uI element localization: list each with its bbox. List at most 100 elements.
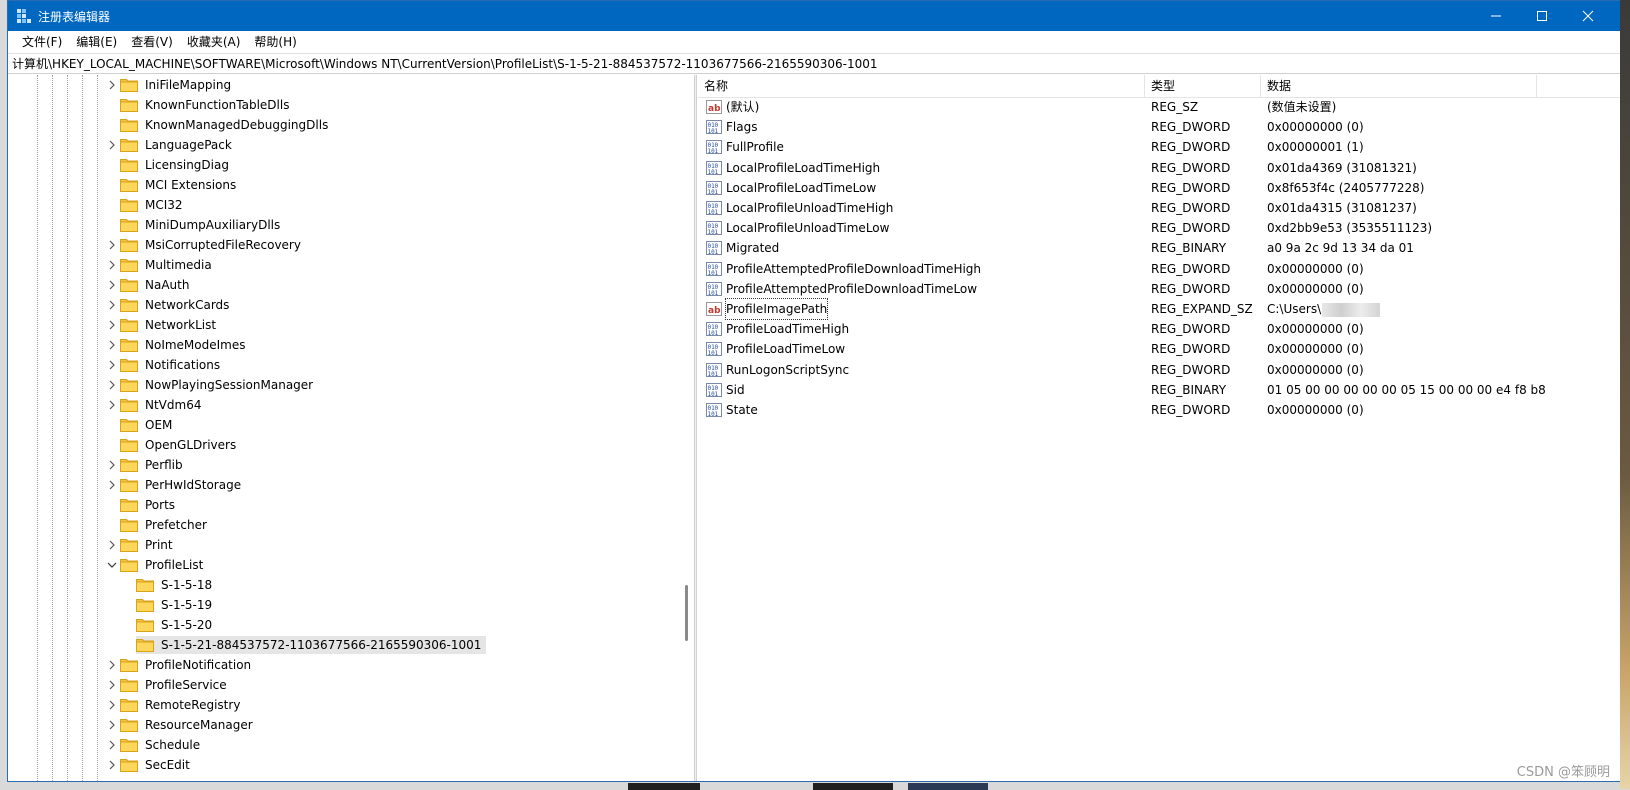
tree-item[interactable]: NetworkList bbox=[106, 315, 221, 335]
tree-item[interactable]: NoImeModeImes bbox=[106, 335, 251, 355]
value-row[interactable]: 01 10 0 1 Migrated REG_BINARY a0 9a 2c 9d 13 3… bbox=[698, 238, 1620, 258]
tree-item-content[interactable]: S-1-5-19 bbox=[136, 596, 217, 614]
tree-item-content[interactable]: OpenGLDrivers bbox=[120, 436, 241, 454]
tree-item[interactable]: S-1-5-18 bbox=[122, 575, 217, 595]
tree-item[interactable]: Prefetcher bbox=[106, 515, 212, 535]
tree-item[interactable]: LanguagePack bbox=[106, 135, 237, 155]
minimize-button[interactable] bbox=[1473, 1, 1519, 31]
tree-item[interactable]: RemoteRegistry bbox=[106, 695, 245, 715]
tree-item[interactable]: OpenGLDrivers bbox=[106, 435, 241, 455]
tree-item-content[interactable]: NoImeModeImes bbox=[120, 336, 251, 354]
chevron-right-icon[interactable] bbox=[106, 655, 118, 675]
tree-item[interactable]: MCI Extensions bbox=[106, 175, 241, 195]
chevron-right-icon[interactable] bbox=[106, 295, 118, 315]
tree-item-content[interactable]: NtVdm64 bbox=[120, 396, 206, 414]
tree-item-content[interactable]: ProfileList bbox=[120, 556, 208, 574]
tree-item-content[interactable]: Ports bbox=[120, 496, 180, 514]
tree-item-content[interactable]: MCI Extensions bbox=[120, 176, 241, 194]
chevron-right-icon[interactable] bbox=[106, 695, 118, 715]
tree-item-content[interactable]: Prefetcher bbox=[120, 516, 212, 534]
tree-item-content[interactable]: NetworkCards bbox=[120, 296, 234, 314]
tree-item-content[interactable]: MCI32 bbox=[120, 196, 188, 214]
tree-item-content[interactable]: Schedule bbox=[120, 736, 205, 754]
tree-item-content[interactable]: NetworkList bbox=[120, 316, 221, 334]
tree-item-content[interactable]: LanguagePack bbox=[120, 136, 237, 154]
value-row[interactable]: ab ProfileImagePath REG_EXPAND_SZ C:\Users\ bbox=[698, 298, 1620, 320]
menu-help[interactable]: 帮助(H) bbox=[247, 31, 303, 53]
menu-file[interactable]: 文件(F) bbox=[15, 31, 69, 53]
tree-item-content[interactable]: IniFileMapping bbox=[120, 76, 236, 94]
tree-item-content[interactable]: Perflib bbox=[120, 456, 188, 474]
menu-view[interactable]: 查看(V) bbox=[124, 31, 180, 53]
tree-item[interactable]: MCI32 bbox=[106, 195, 188, 215]
tree-scrollbar[interactable] bbox=[682, 75, 692, 781]
value-row[interactable]: 01 10 0 1 ProfileLoadTimeLow REG_DWORD 0x00000… bbox=[698, 339, 1620, 359]
value-row[interactable]: 01 10 0 1 LocalProfileUnloadTimeLow REG_DWORD… bbox=[698, 218, 1620, 238]
tree-item-content[interactable]: PerHwIdStorage bbox=[120, 476, 246, 494]
value-row[interactable]: 01 10 0 1 ProfileAttemptedProfileDownloadTim… bbox=[698, 259, 1620, 279]
tree-item-content[interactable]: ProfileService bbox=[120, 676, 232, 694]
tree-item-content[interactable]: Multimedia bbox=[120, 256, 217, 274]
tree-item[interactable]: ProfileNotification bbox=[106, 655, 256, 675]
tree-item[interactable]: MsiCorruptedFileRecovery bbox=[106, 235, 306, 255]
tree-item[interactable]: KnownFunctionTableDlls bbox=[106, 95, 294, 115]
tree-item-content[interactable]: LicensingDiag bbox=[120, 156, 234, 174]
tree-item-content[interactable]: S-1-5-21-884537572-1103677566-2165590306… bbox=[136, 636, 487, 654]
chevron-right-icon[interactable] bbox=[106, 135, 118, 155]
tree-item[interactable]: KnownManagedDebuggingDlls bbox=[106, 115, 333, 135]
menu-favorites[interactable]: 收藏夹(A) bbox=[180, 31, 248, 53]
pane-splitter[interactable] bbox=[694, 75, 697, 781]
tree-item-content[interactable]: MsiCorruptedFileRecovery bbox=[120, 236, 306, 254]
chevron-down-icon[interactable] bbox=[106, 555, 118, 575]
chevron-right-icon[interactable] bbox=[106, 315, 118, 335]
value-row[interactable]: 01 10 0 1 ProfileLoadTimeHigh REG_DWORD 0x0000… bbox=[698, 319, 1620, 339]
tree-item-content[interactable]: Notifications bbox=[120, 356, 225, 374]
tree-item[interactable]: S-1-5-20 bbox=[122, 615, 217, 635]
tree-item-content[interactable]: NaAuth bbox=[120, 276, 194, 294]
column-header-data[interactable]: 数据 bbox=[1261, 75, 1537, 97]
tree-item[interactable]: S-1-5-21-884537572-1103677566-2165590306… bbox=[122, 635, 487, 655]
chevron-right-icon[interactable] bbox=[106, 455, 118, 475]
value-row[interactable]: ab (默认) REG_SZ (数值未设置) bbox=[698, 97, 1620, 117]
tree-item[interactable]: PerHwIdStorage bbox=[106, 475, 246, 495]
tree-item-content[interactable]: SecEdit bbox=[120, 756, 195, 774]
value-row[interactable]: 01 10 0 1 ProfileAttemptedProfileDownloadTim… bbox=[698, 279, 1620, 299]
column-header-type[interactable]: 类型 bbox=[1145, 75, 1261, 97]
value-row[interactable]: 01 10 0 1 LocalProfileLoadTimeLow REG_DWORD 0x… bbox=[698, 178, 1620, 198]
chevron-right-icon[interactable] bbox=[106, 375, 118, 395]
chevron-right-icon[interactable] bbox=[106, 235, 118, 255]
tree-item-content[interactable]: S-1-5-18 bbox=[136, 576, 217, 594]
chevron-right-icon[interactable] bbox=[106, 75, 118, 95]
chevron-right-icon[interactable] bbox=[106, 735, 118, 755]
tree-item[interactable]: NetworkCards bbox=[106, 295, 234, 315]
tree-item-content[interactable]: MiniDumpAuxiliaryDlls bbox=[120, 216, 285, 234]
tree-item[interactable]: NaAuth bbox=[106, 275, 194, 295]
tree-item-content[interactable]: KnownFunctionTableDlls bbox=[120, 96, 294, 114]
tree-item[interactable]: S-1-5-19 bbox=[122, 595, 217, 615]
chevron-right-icon[interactable] bbox=[106, 395, 118, 415]
tree-item-content[interactable]: NowPlayingSessionManager bbox=[120, 376, 318, 394]
tree-item[interactable]: NtVdm64 bbox=[106, 395, 206, 415]
tree-scrollbar-thumb[interactable] bbox=[685, 585, 688, 641]
close-button[interactable] bbox=[1565, 1, 1611, 31]
tree-item[interactable]: Ports bbox=[106, 495, 180, 515]
tree-item[interactable]: ResourceManager bbox=[106, 715, 258, 735]
chevron-right-icon[interactable] bbox=[106, 335, 118, 355]
tree-item[interactable]: ProfileList bbox=[106, 555, 208, 575]
chevron-right-icon[interactable] bbox=[106, 255, 118, 275]
chevron-right-icon[interactable] bbox=[106, 675, 118, 695]
tree-item-content[interactable]: KnownManagedDebuggingDlls bbox=[120, 116, 333, 134]
chevron-right-icon[interactable] bbox=[106, 715, 118, 735]
tree-item[interactable]: MiniDumpAuxiliaryDlls bbox=[106, 215, 285, 235]
tree-item-content[interactable]: ResourceManager bbox=[120, 716, 258, 734]
tree-item[interactable]: LicensingDiag bbox=[106, 155, 234, 175]
value-row[interactable]: 01 10 0 1 LocalProfileLoadTimeHigh REG_DWORD 0… bbox=[698, 158, 1620, 178]
tree-item[interactable]: Perflib bbox=[106, 455, 188, 475]
tree-item-content[interactable]: Print bbox=[120, 536, 178, 554]
value-row[interactable]: 01 10 0 1 RunLogonScriptSync REG_DWORD 0x00000… bbox=[698, 360, 1620, 380]
value-row[interactable]: 01 10 0 1 Flags REG_DWORD 0x00000000 (0) bbox=[698, 117, 1620, 137]
tree-item-content[interactable]: OEM bbox=[120, 416, 177, 434]
tree-item-content[interactable]: RemoteRegistry bbox=[120, 696, 245, 714]
chevron-right-icon[interactable] bbox=[106, 475, 118, 495]
maximize-button[interactable] bbox=[1519, 1, 1565, 31]
